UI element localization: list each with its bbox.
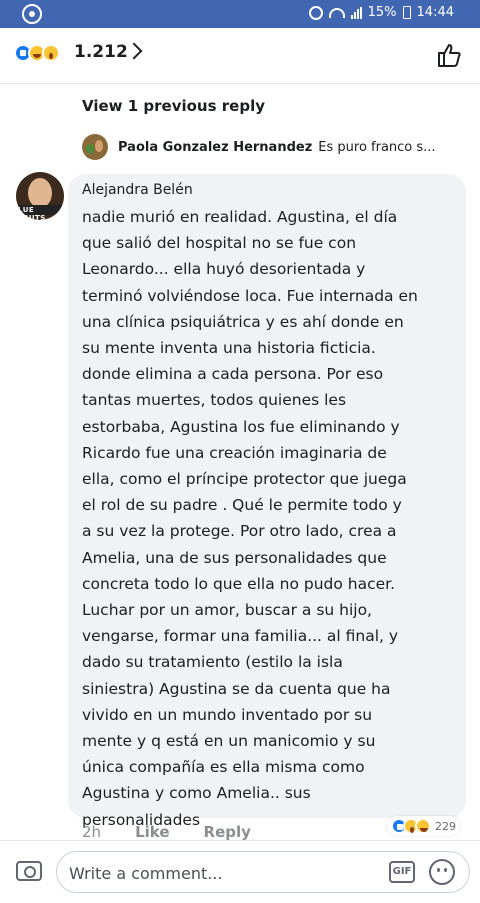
- comment-line: que salió del hospital no se fue con: [82, 234, 357, 253]
- comment-line: terminó volviéndose loca. Fue internada …: [82, 286, 418, 305]
- wow-icon: [42, 44, 60, 62]
- comment-line: una clínica psiquiátrica y es ahí donde …: [82, 312, 404, 331]
- comment-line: única compañía es ella misma como: [82, 758, 365, 777]
- comment-reactions[interactable]: 229: [387, 816, 460, 836]
- comment-line: dado su tratamiento (estilo la isla: [82, 653, 343, 672]
- comment-line: estorbaba, Agustina los fue eliminando y: [82, 417, 400, 436]
- avatar-caption: LUE TSUTS: [18, 206, 46, 220]
- comment-line: siniestra) Agustina se da cuenta que ha: [82, 679, 391, 698]
- comment-avatar[interactable]: LUE TSUTS: [16, 172, 64, 220]
- comment-line: Luchar por un amor, buscar a su hijo,: [82, 601, 372, 620]
- reply-button[interactable]: Reply: [204, 823, 251, 841]
- comment-line: ella, como el príncipe protector que jue…: [82, 470, 407, 489]
- comment-line: mente y q está en un manicomio y su: [82, 732, 376, 751]
- comment-line: vivido en un mundo inventado por su: [82, 705, 373, 724]
- alarm-icon: [308, 5, 323, 20]
- comment-line: el rol de su padre . Qué le permite todo…: [82, 496, 402, 515]
- comment-line: Agustina y como Amelia.. sus: [82, 784, 311, 803]
- comment-time: 2h: [82, 823, 102, 841]
- wifi-icon: [328, 7, 345, 18]
- comment-text: nadie murió en realidad. Agustina, el dí…: [82, 204, 454, 833]
- comment-line: concreta todo lo que ella no pudo hacer.: [82, 574, 396, 593]
- battery-level: 15%: [367, 5, 397, 20]
- comment-bubble[interactable]: Alejandra Belén nadie murió en realidad.…: [68, 174, 466, 829]
- comment-input-wrapper[interactable]: GIF: [56, 851, 470, 893]
- comment-line: donde elimina a cada persona. Por eso: [82, 365, 384, 384]
- previous-reply[interactable]: Paola Gonzalez Hernandez Es puro franco …: [82, 132, 472, 162]
- comment-line: tantas muertes, todos quienes les: [82, 391, 347, 410]
- comment-reaction-count: 229: [435, 819, 456, 833]
- comment-author[interactable]: Alejandra Belén: [82, 182, 454, 198]
- avatar-face: [28, 178, 52, 208]
- comment-line: nadie murió en realidad. Agustina, el dí…: [82, 208, 398, 226]
- comment-line: su mente inventa una historia ficticia.: [82, 339, 376, 358]
- avatar[interactable]: [82, 134, 108, 160]
- reaction-count[interactable]: 1.212: [74, 42, 128, 62]
- signal-icon: [350, 6, 362, 19]
- comment-line: Leonardo... ella huyó desorientada y: [82, 260, 366, 279]
- comment-line: Ricardo fue una creación imaginaria de: [82, 443, 387, 462]
- comment-line: Amelia, una de sus personalidades que: [82, 548, 387, 567]
- status-bar: 15% 14:44: [0, 0, 480, 28]
- status-right: 15% 14:44: [308, 5, 454, 20]
- reply-author[interactable]: Paola Gonzalez Hernandez: [118, 140, 312, 155]
- view-previous-reply-link[interactable]: View 1 previous reply: [82, 97, 265, 115]
- comment-actions: 2h Like Reply: [82, 823, 251, 841]
- comment-line: vengarse, formar una familia... al final…: [82, 627, 399, 646]
- reply-snippet: Es puro franco s...: [318, 139, 436, 155]
- like-thumb-icon[interactable]: [436, 42, 462, 68]
- haha-icon: [415, 818, 431, 834]
- reaction-icons[interactable]: [14, 44, 60, 62]
- comment-input[interactable]: [69, 862, 369, 884]
- clock: 14:44: [416, 5, 454, 20]
- like-button[interactable]: Like: [135, 823, 169, 841]
- reactions-header: 1.212: [0, 28, 480, 84]
- chevron-right-icon[interactable]: [125, 42, 143, 60]
- whatsapp-notification-icon: [22, 4, 42, 24]
- battery-icon: [402, 6, 411, 19]
- gif-button[interactable]: GIF: [389, 861, 415, 883]
- comment-composer: GIF: [0, 840, 480, 903]
- emoji-icon[interactable]: [429, 859, 455, 885]
- comment-line: a su vez la protege. Por otro lado, crea…: [82, 522, 397, 541]
- camera-icon[interactable]: [16, 861, 42, 881]
